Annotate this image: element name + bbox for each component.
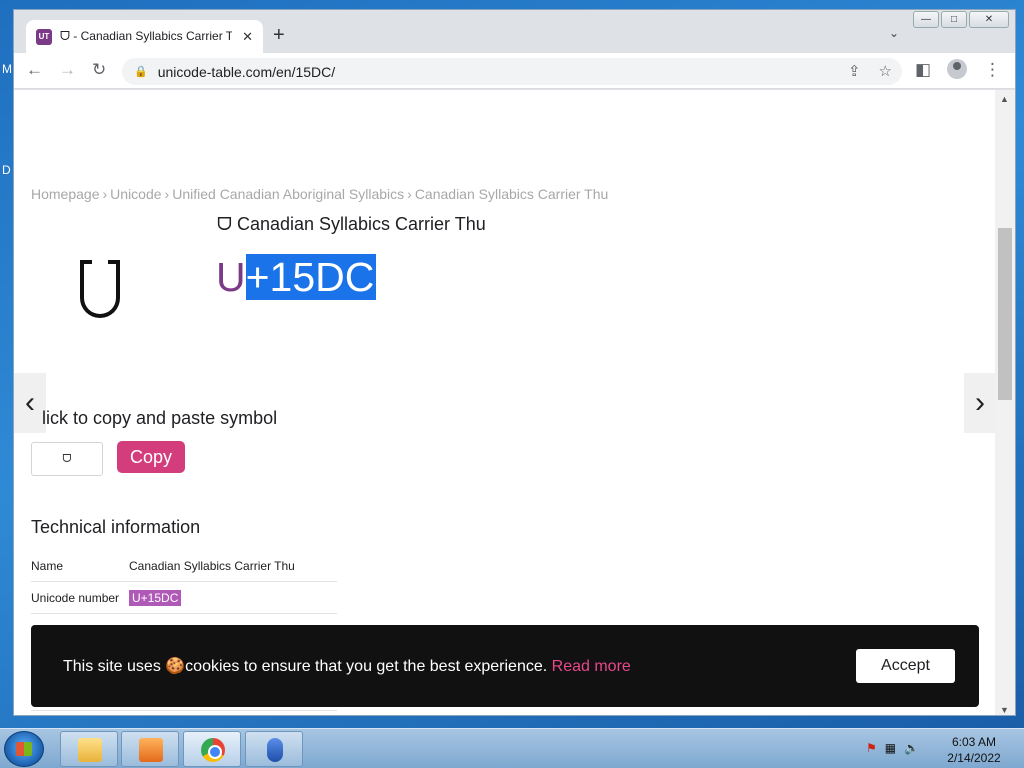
clock[interactable]: 6:03 AM 2/14/2022	[938, 734, 1010, 766]
back-icon[interactable]: ←	[26, 61, 43, 79]
cookie-message: This site uses 🍪cookies to ensure that y…	[63, 656, 631, 676]
code-point: U+15DC	[216, 254, 377, 301]
app-icon	[267, 738, 283, 762]
breadcrumb-separator: ›	[102, 186, 108, 202]
copy-button[interactable]: Copy	[117, 441, 185, 473]
table-row: Name Canadian Syllabics Carrier Thu	[31, 550, 337, 582]
accept-button[interactable]: Accept	[856, 649, 955, 683]
page-title: ᗜ Canadian Syllabics Carrier Thu	[217, 214, 486, 234]
desktop-icon-label: D	[2, 163, 11, 177]
breadcrumb-current: Canadian Syllabics Carrier Thu	[414, 186, 609, 202]
row-label: Name	[31, 558, 64, 573]
divider	[31, 710, 337, 711]
maximize-button[interactable]: □	[941, 11, 967, 28]
breadcrumb: Homepage › Unicode › Unified Canadian Aborig…	[31, 186, 608, 202]
breadcrumb-separator: ›	[164, 186, 170, 202]
cookie-banner: This site uses 🍪cookies to ensure that y…	[31, 625, 979, 707]
minimize-button[interactable]: —	[913, 11, 939, 28]
row-value: Canadian Syllabics Carrier Thu	[129, 558, 295, 573]
copy-symbol-field[interactable]: ᗜ	[31, 442, 103, 476]
reload-icon[interactable]: ↻	[92, 61, 106, 79]
cookie-text: This site uses 🍪cookies to ensure that y…	[63, 658, 548, 675]
chrome-icon	[201, 738, 225, 762]
code-selected: +15DC	[245, 254, 377, 300]
tab-search-chevron-icon[interactable]: ⌄	[889, 26, 899, 40]
clock-date: 2/14/2022	[947, 751, 1001, 765]
address-bar[interactable]: 🔒 unicode-table.com/en/15DC/ ⇪ ☆	[122, 58, 902, 85]
technical-info-table: Name Canadian Syllabics Carrier Thu Unic…	[31, 550, 337, 614]
browser-toolbar: ← → ↻ 🔒 unicode-table.com/en/15DC/ ⇪ ☆ ◧…	[14, 53, 1015, 89]
symbol-preview-icon	[80, 260, 120, 318]
forward-icon[interactable]: →	[59, 61, 76, 79]
favicon-icon: UT	[36, 28, 52, 45]
volume-icon[interactable]: 🔈	[904, 741, 919, 755]
page-content: Homepage › Unicode › Unified Canadian Aborig…	[14, 90, 995, 715]
next-symbol-button[interactable]: ›	[964, 373, 995, 433]
tab-title: ᗜ - Canadian Syllabics Carrier Th	[60, 29, 232, 43]
star-icon[interactable]: ☆	[879, 62, 892, 80]
breadcrumb-link[interactable]: Homepage	[31, 186, 100, 202]
new-tab-icon[interactable]: +	[273, 24, 285, 47]
menu-icon[interactable]: ⋮	[984, 61, 1001, 79]
breadcrumb-link[interactable]: Unified Canadian Aboriginal Syllabics	[172, 186, 404, 202]
desktop-icon-label: M	[2, 62, 12, 76]
clock-time: 6:03 AM	[951, 735, 997, 749]
browser-tab[interactable]: UT ᗜ - Canadian Syllabics Carrier Th ✕	[26, 20, 263, 53]
taskbar-explorer-button[interactable]	[60, 731, 118, 767]
table-row: Unicode number U+15DC	[31, 582, 337, 614]
start-button[interactable]	[4, 731, 44, 767]
taskbar-app-button[interactable]	[245, 731, 303, 767]
breadcrumb-separator: ›	[407, 186, 412, 202]
action-center-icon[interactable]: ⚑	[866, 741, 877, 755]
lock-icon[interactable]: 🔒	[134, 65, 148, 78]
close-window-button[interactable]: ✕	[969, 11, 1009, 28]
browser-window: — □ ✕ UT ᗜ - Canadian Syllabics Carrier …	[13, 9, 1016, 716]
profile-icon[interactable]	[947, 59, 967, 79]
technical-info-heading: Technical information	[31, 517, 201, 537]
row-label: Unicode number	[31, 590, 120, 605]
folder-icon	[78, 738, 102, 762]
url-text[interactable]: unicode-table.com/en/15DC/	[158, 64, 335, 80]
taskbar: ⚑ ▦ 🔈 6:03 AM 2/14/2022	[0, 728, 1024, 768]
scrollbar[interactable]: ▲ ▼	[995, 90, 1015, 715]
scroll-down-icon[interactable]: ▼	[1000, 705, 1009, 715]
breadcrumb-link[interactable]: Unicode	[110, 186, 161, 202]
close-tab-icon[interactable]: ✕	[242, 29, 253, 45]
read-more-link[interactable]: Read more	[552, 658, 631, 675]
code-prefix: U	[216, 254, 246, 300]
window-controls: — □ ✕	[913, 11, 1009, 28]
share-icon[interactable]: ⇪	[848, 62, 861, 80]
media-player-icon	[139, 738, 163, 762]
system-tray: ⚑ ▦ 🔈	[866, 741, 919, 755]
network-icon[interactable]: ▦	[885, 741, 896, 755]
unicode-badge: U+15DC	[129, 589, 182, 606]
scroll-up-icon[interactable]: ▲	[1000, 94, 1009, 104]
taskbar-media-button[interactable]	[121, 731, 179, 767]
copy-heading: lick to copy and paste symbol	[42, 408, 278, 428]
sidepanel-icon[interactable]: ◧	[915, 61, 931, 79]
scroll-thumb[interactable]	[998, 228, 1012, 400]
taskbar-chrome-button[interactable]	[183, 731, 241, 767]
